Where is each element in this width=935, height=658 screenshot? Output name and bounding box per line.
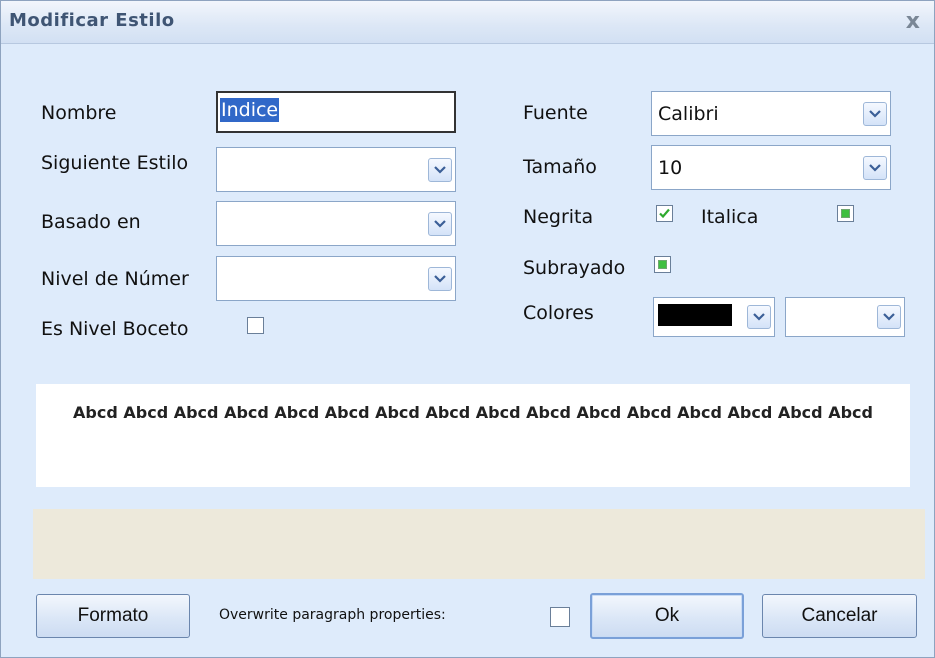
italica-checkbox[interactable] [837, 205, 854, 222]
tamano-label: Tamaño [523, 156, 597, 178]
chevron-down-icon[interactable] [877, 305, 901, 329]
nombre-label: Nombre [41, 102, 117, 124]
chevron-down-icon[interactable] [428, 266, 452, 291]
es-nivel-boceto-checkbox[interactable] [247, 317, 264, 334]
square-fill-icon [658, 260, 667, 269]
negrita-checkbox[interactable] [656, 205, 673, 222]
nombre-input-value: Indice [220, 98, 280, 122]
fuente-value: Calibri [658, 102, 719, 125]
tamano-value: 10 [658, 156, 683, 179]
italica-label: Italica [701, 206, 759, 228]
fore-color-combo[interactable] [653, 297, 775, 337]
tamano-combo[interactable]: 10 [651, 145, 891, 190]
ok-label: Ok [654, 605, 680, 626]
formato-label: Formato [77, 605, 149, 626]
chevron-down-icon[interactable] [428, 211, 452, 236]
nivel-numeracion-label: Nivel de Númer [41, 268, 189, 290]
cancelar-label: Cancelar [801, 605, 878, 626]
close-icon[interactable]: x [906, 9, 920, 34]
fuente-label: Fuente [523, 102, 588, 124]
colores-label: Colores [523, 302, 594, 324]
overwrite-label: Overwrite paragraph properties: [219, 607, 446, 623]
ok-button[interactable]: Ok [590, 593, 744, 639]
chevron-down-icon[interactable] [747, 305, 771, 329]
negrita-label: Negrita [523, 206, 594, 228]
chevron-down-icon[interactable] [428, 157, 452, 182]
formato-button[interactable]: Formato [36, 594, 190, 638]
es-nivel-boceto-label: Es Nivel Boceto [41, 318, 189, 340]
nombre-input[interactable]: Indice [216, 91, 456, 133]
preview-shade-area [33, 509, 925, 579]
basado-en-combo[interactable] [216, 201, 456, 246]
subrayado-checkbox[interactable] [654, 256, 671, 273]
fuente-combo[interactable]: Calibri [651, 91, 891, 136]
square-fill-icon [841, 209, 850, 218]
style-preview: Abcd Abcd Abcd Abcd Abcd Abcd Abcd Abcd … [36, 384, 910, 487]
overwrite-checkbox[interactable] [550, 607, 570, 627]
siguiente-estilo-label: Siguiente Estilo [41, 152, 189, 174]
back-color-combo[interactable] [785, 297, 905, 337]
dialog-title: Modificar Estilo [9, 10, 175, 31]
title-bar[interactable]: Modificar Estilo x [1, 1, 934, 44]
preview-text: Abcd Abcd Abcd Abcd Abcd Abcd Abcd Abcd … [73, 403, 873, 422]
siguiente-estilo-combo[interactable] [216, 147, 456, 192]
checkmark-icon [659, 208, 670, 219]
subrayado-label: Subrayado [523, 257, 626, 279]
nivel-numeracion-combo[interactable] [216, 256, 456, 301]
chevron-down-icon[interactable] [863, 101, 887, 126]
cancelar-button[interactable]: Cancelar [762, 594, 917, 638]
basado-en-label: Basado en [41, 211, 141, 233]
chevron-down-icon[interactable] [863, 155, 887, 180]
modify-style-dialog: Modificar Estilo x Nombre Indice Siguien… [0, 0, 935, 658]
fore-color-swatch [658, 304, 732, 326]
